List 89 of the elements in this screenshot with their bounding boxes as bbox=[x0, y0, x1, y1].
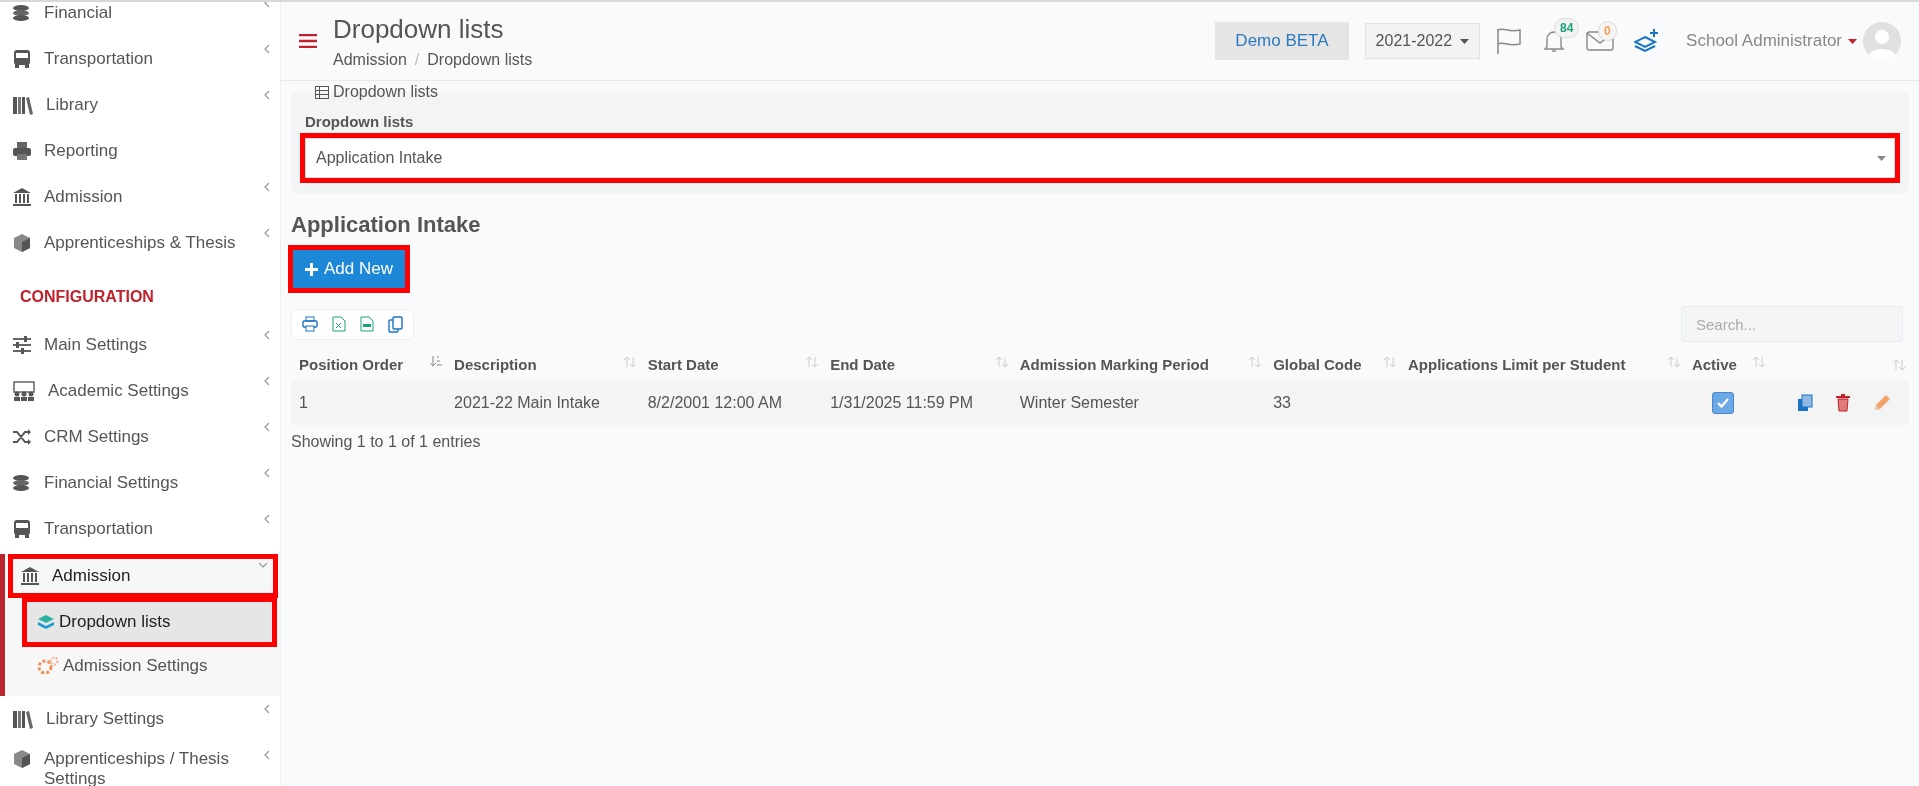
user-name[interactable]: School Administrator bbox=[1686, 31, 1842, 51]
chevron-down-icon bbox=[258, 562, 268, 569]
cube-icon bbox=[12, 749, 32, 769]
chevron-left-icon bbox=[263, 228, 270, 238]
chevron-left-icon bbox=[263, 514, 270, 524]
cube-icon bbox=[12, 233, 32, 253]
sidebar-item[interactable]: Reporting bbox=[0, 128, 280, 174]
sidebar-item[interactable]: Transportation bbox=[0, 506, 280, 552]
sidebar-item[interactable]: Apprenticeships & Thesis bbox=[0, 220, 280, 266]
year-dropdown[interactable]: 2021-2022 bbox=[1364, 23, 1481, 59]
sidebar-item[interactable]: Transportation bbox=[0, 36, 280, 82]
breadcrumb-item[interactable]: Admission bbox=[333, 50, 407, 69]
copy-icon[interactable] bbox=[388, 315, 403, 333]
bank-icon bbox=[12, 187, 32, 207]
column-header[interactable]: End Date bbox=[830, 356, 896, 373]
submenu-item[interactable]: Admission Settings bbox=[27, 646, 272, 686]
caret-icon bbox=[1460, 38, 1470, 44]
sidebar-item[interactable]: Admission bbox=[8, 554, 278, 598]
bank-icon bbox=[20, 566, 40, 586]
section-heading: CONFIGURATION bbox=[19, 287, 155, 307]
demo-button[interactable]: Demo BETA bbox=[1215, 22, 1349, 60]
chevron-left-icon bbox=[263, 376, 270, 386]
printer-icon[interactable] bbox=[302, 315, 318, 332]
group-icon bbox=[12, 381, 36, 401]
chevron-left-icon bbox=[263, 468, 270, 478]
column-header[interactable]: Start Date bbox=[647, 356, 719, 373]
printer-icon bbox=[12, 141, 32, 161]
chevron-left-icon bbox=[263, 90, 270, 100]
books-icon bbox=[12, 95, 34, 115]
flag-icon[interactable] bbox=[1496, 27, 1523, 55]
chevron-left-icon bbox=[263, 422, 270, 432]
sliders-icon bbox=[12, 336, 32, 354]
chevron-left-icon bbox=[263, 330, 270, 340]
column-header[interactable]: Description bbox=[454, 356, 537, 373]
checkmark-icon bbox=[1715, 397, 1730, 409]
sort-ascending-icon[interactable] bbox=[430, 356, 443, 368]
caret-icon bbox=[1877, 155, 1886, 161]
copy-icon[interactable] bbox=[1797, 394, 1814, 412]
layers-icon bbox=[37, 613, 55, 631]
bus-icon bbox=[12, 519, 32, 539]
entries-summary: Showing 1 to 1 of 1 entries bbox=[291, 433, 482, 451]
sidebar-item[interactable]: Library bbox=[0, 82, 280, 128]
table-icon bbox=[315, 85, 329, 99]
column-header[interactable]: Position Order bbox=[299, 356, 404, 373]
table-cell: 2021-22 Main Intake bbox=[454, 394, 600, 411]
caret-icon bbox=[1848, 38, 1857, 44]
shuffle-icon bbox=[12, 428, 32, 446]
books-icon bbox=[12, 709, 34, 729]
table-cell: 1/31/2025 11:59 PM bbox=[830, 394, 974, 411]
table-cell: 33 bbox=[1273, 394, 1291, 411]
column-header[interactable]: Admission Marking Period bbox=[1019, 356, 1209, 373]
checkbox[interactable] bbox=[1711, 392, 1734, 414]
chevron-left-icon bbox=[263, 44, 270, 54]
plus-icon bbox=[305, 262, 318, 276]
layers-plus-icon[interactable] bbox=[1634, 29, 1661, 53]
chevron-left-icon bbox=[263, 182, 270, 192]
sidebar-item[interactable]: Main Settings bbox=[0, 322, 280, 368]
table-cell: 8/2/2001 12:00 AM bbox=[647, 394, 783, 411]
trash-icon[interactable] bbox=[1835, 394, 1852, 412]
gears-icon bbox=[37, 657, 59, 675]
sidebar-item[interactable]: Financial Settings bbox=[0, 460, 280, 506]
sidebar-item[interactable]: Financial bbox=[0, 2, 280, 36]
count-badge: 84 bbox=[1554, 18, 1580, 38]
sidebar-item[interactable]: Admission bbox=[0, 174, 280, 220]
pencil-icon[interactable] bbox=[1873, 394, 1892, 412]
section-title: Application Intake bbox=[291, 212, 482, 238]
bus-icon bbox=[12, 49, 32, 69]
spreadsheet-file-icon[interactable] bbox=[332, 315, 346, 332]
column-header[interactable]: Applications Limit per Student bbox=[1408, 356, 1626, 373]
chevron-left-icon bbox=[263, 704, 270, 714]
sidebar-item[interactable]: Library Settings bbox=[0, 696, 280, 742]
breadcrumb-item: Dropdown lists bbox=[427, 50, 533, 69]
breadcrumb-separator: / bbox=[414, 50, 420, 69]
sidebar-item[interactable]: Academic Settings bbox=[0, 368, 280, 414]
table-cell: Winter Semester bbox=[1019, 394, 1139, 411]
coins-icon bbox=[12, 4, 32, 22]
panel-legend: Dropdown lists bbox=[333, 83, 438, 101]
count-badge: 0 bbox=[1598, 21, 1617, 41]
csv-file-icon[interactable] bbox=[360, 315, 374, 332]
chevron-left-icon bbox=[263, 750, 270, 760]
search-field[interactable]: Search... bbox=[1681, 306, 1903, 342]
field-label: Dropdown lists bbox=[305, 113, 415, 130]
column-header[interactable]: Global Code bbox=[1273, 356, 1362, 373]
table-cell: 1 bbox=[299, 394, 308, 411]
menu-icon[interactable] bbox=[299, 34, 317, 48]
page-title: Dropdown lists bbox=[333, 13, 505, 45]
sidebar-item[interactable]: CRM Settings bbox=[0, 414, 280, 460]
column-header[interactable]: Active bbox=[1691, 356, 1737, 373]
coins-icon bbox=[12, 474, 32, 492]
